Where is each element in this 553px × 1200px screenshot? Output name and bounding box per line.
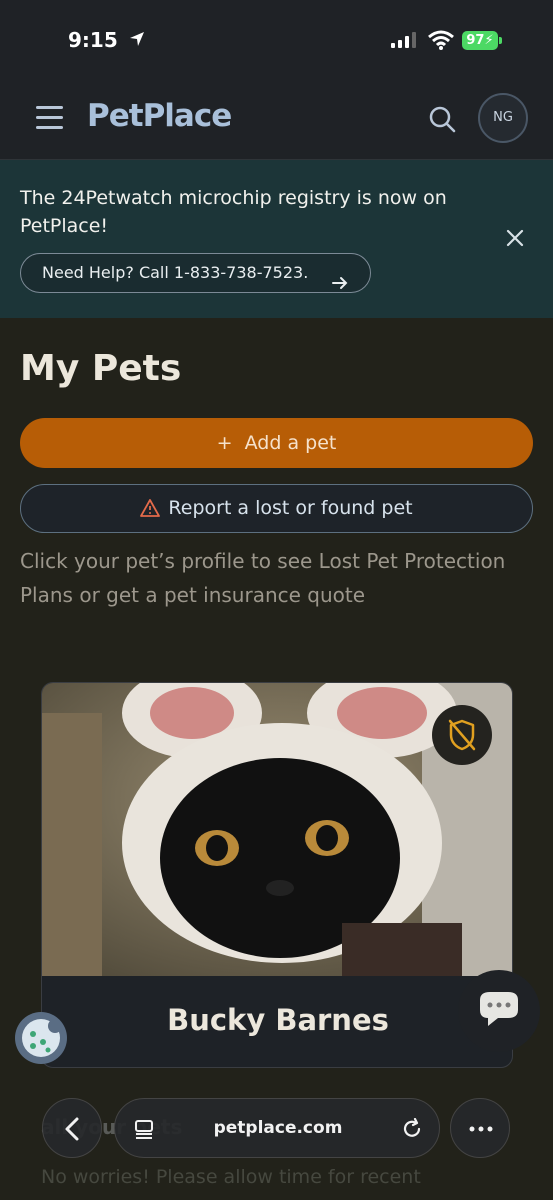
hamburger-menu-icon[interactable]	[36, 106, 64, 132]
pet-name: Bucky Barnes	[167, 1003, 389, 1037]
section-text-partial: No worries! Please allow time for recent	[41, 1166, 421, 1188]
report-lost-found-button[interactable]: Report a lost or found pet	[20, 484, 533, 533]
plus-icon: +	[216, 432, 233, 454]
wifi-icon	[428, 30, 454, 54]
banner-message: The 24Petwatch microchip registry is now…	[20, 187, 447, 237]
back-button[interactable]	[42, 1098, 102, 1158]
url-text: petplace.com	[213, 1118, 343, 1138]
reload-icon[interactable]	[401, 1117, 423, 1144]
battery-indicator: 97⚡	[462, 31, 498, 50]
browser-toolbar: petplace.com	[0, 1094, 553, 1164]
location-arrow-icon	[122, 28, 145, 52]
user-avatar[interactable]: NG	[478, 93, 528, 143]
registry-banner: The 24Petwatch microchip registry is now…	[0, 160, 553, 318]
app-header: PetPlace NG	[0, 80, 553, 160]
status-bar: 9:15 97⚡	[0, 0, 553, 80]
page-title: My Pets	[20, 348, 182, 389]
help-call-label: Need Help? Call 1-833-738-7523.	[42, 263, 309, 282]
report-pet-label: Report a lost or found pet	[168, 497, 413, 519]
close-icon[interactable]	[503, 226, 527, 254]
search-icon[interactable]	[428, 105, 456, 133]
arrow-right-icon	[332, 266, 348, 304]
chat-bubble-icon[interactable]	[458, 970, 540, 1052]
shield-off-icon[interactable]	[432, 705, 492, 765]
address-bar[interactable]: petplace.com	[114, 1098, 440, 1158]
petplace-logo[interactable]: PetPlace	[87, 98, 232, 134]
help-call-button[interactable]: Need Help? Call 1-833-738-7523.	[20, 253, 371, 293]
status-time: 9:15	[68, 28, 145, 52]
more-options-button[interactable]	[450, 1098, 510, 1158]
pet-card[interactable]: Bucky Barnes	[41, 682, 513, 1068]
warning-icon	[140, 488, 161, 535]
pet-profile-hint: Click your pet’s profile to see Lost Pet…	[20, 549, 506, 607]
battery-nub	[499, 37, 502, 44]
add-pet-label: Add a pet	[244, 432, 337, 454]
cookie-settings-icon[interactable]	[15, 1012, 67, 1064]
cellular-signal-icon	[391, 32, 419, 52]
add-pet-button[interactable]: + Add a pet	[20, 418, 533, 468]
